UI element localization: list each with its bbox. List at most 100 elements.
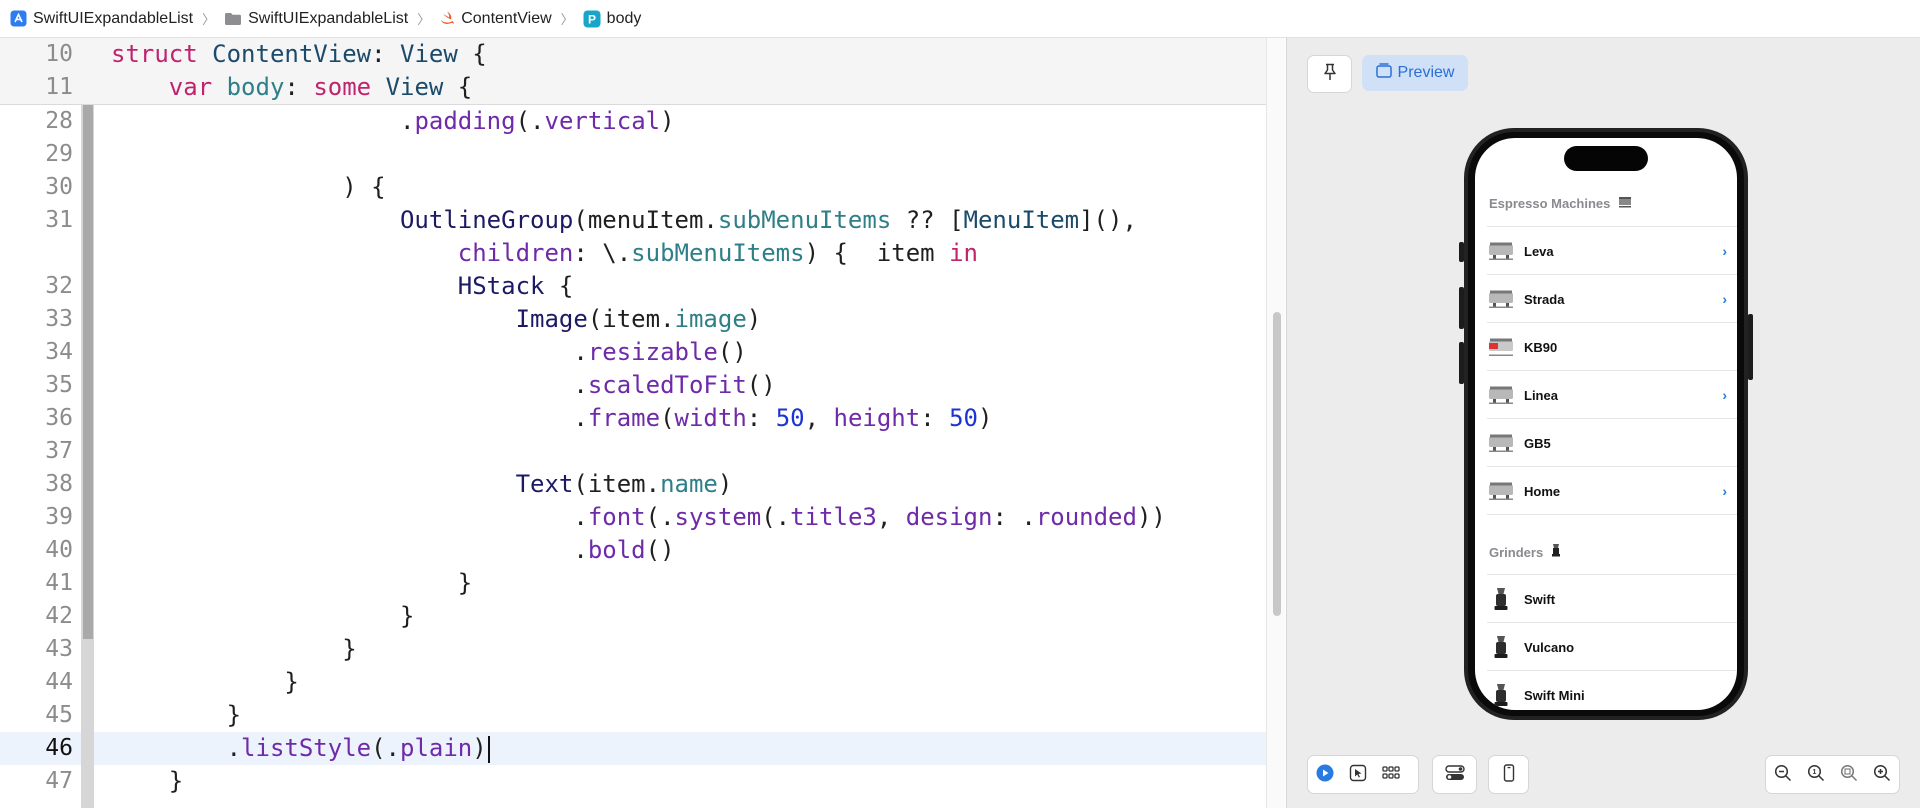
- line-number: 46: [45, 735, 73, 761]
- device-screen[interactable]: Espresso Machines Leva › Strada › KB90 Linea › G…: [1475, 138, 1737, 710]
- device-settings-button[interactable]: [1438, 756, 1471, 793]
- zoom-fit-button[interactable]: [1832, 756, 1865, 793]
- code-line[interactable]: 34 .resizable(): [0, 336, 1268, 369]
- code-text: .padding(.vertical): [111, 107, 675, 135]
- code-text: .font(.system(.title3, design: .rounded)…: [111, 503, 1166, 531]
- code-line[interactable]: 44 }: [0, 666, 1268, 699]
- line-number: 39: [45, 504, 73, 530]
- device-picker-button[interactable]: [1492, 756, 1525, 793]
- code-line[interactable]: 47 }: [0, 765, 1268, 798]
- code-line[interactable]: 38 Text(item.name): [0, 468, 1268, 501]
- code-line[interactable]: 10 struct ContentView: View {: [0, 38, 1268, 71]
- machine-thumbnail: [1487, 336, 1515, 358]
- zoom-in-button[interactable]: [1865, 756, 1898, 793]
- line-number: 33: [45, 306, 73, 332]
- preview-mode-toolbar: [1307, 755, 1419, 794]
- code-text: .bold(): [111, 536, 675, 564]
- code-line[interactable]: 39 .font(.system(.title3, design: .round…: [0, 501, 1268, 534]
- code-line[interactable]: 43 }: [0, 633, 1268, 666]
- machine-thumbnail: [1487, 480, 1515, 502]
- code-line[interactable]: 33 Image(item.image): [0, 303, 1268, 336]
- disclosure-chevron-icon[interactable]: ›: [1722, 243, 1727, 259]
- zoom-out-button[interactable]: [1766, 756, 1799, 793]
- code-text: ) {: [111, 173, 386, 201]
- folder-icon: [224, 12, 242, 26]
- breadcrumb-separator: 〉: [202, 12, 216, 27]
- disclosure-chevron-icon[interactable]: ›: [1722, 387, 1727, 403]
- breadcrumb-project-label: SwiftUIExpandableList: [33, 9, 194, 27]
- list-item-kb90[interactable]: KB90: [1487, 322, 1737, 371]
- code-line[interactable]: 35 .scaledToFit(): [0, 369, 1268, 402]
- code-line[interactable]: 28 .padding(.vertical): [0, 105, 1268, 138]
- line-number: 34: [45, 339, 73, 365]
- code-line[interactable]: 46 .listStyle(.plain): [0, 732, 1268, 765]
- disclosure-chevron-icon[interactable]: ›: [1722, 291, 1727, 307]
- code-text: }: [111, 602, 415, 630]
- machine-thumbnail: [1487, 240, 1515, 262]
- code-fold-ribbon-scope[interactable]: [83, 105, 93, 639]
- code-line[interactable]: 42 }: [0, 600, 1268, 633]
- espresso-machine-icon: [1618, 196, 1632, 211]
- disclosure-chevron-icon[interactable]: ›: [1722, 483, 1727, 499]
- line-number: 35: [45, 372, 73, 398]
- pin-preview-button[interactable]: [1307, 55, 1352, 93]
- breadcrumb-file-label: ContentView: [461, 9, 552, 27]
- line-number: 44: [45, 669, 73, 695]
- line-number: 40: [45, 537, 73, 563]
- code-line[interactable]: children: \.subMenuItems) { item in: [0, 237, 1268, 270]
- code-line[interactable]: 40 .bold(): [0, 534, 1268, 567]
- list-item-swift-mini[interactable]: Swift Mini: [1487, 670, 1737, 710]
- list-item-vulcano[interactable]: Vulcano: [1487, 622, 1737, 671]
- svg-text:1: 1: [1812, 769, 1816, 776]
- breadcrumb-folder-label: SwiftUIExpandableList: [248, 9, 409, 27]
- breadcrumb-file[interactable]: ContentView: [439, 0, 552, 37]
- code-line[interactable]: 11 var body: some View {: [0, 71, 1268, 104]
- zoom-in-icon: [1873, 764, 1891, 786]
- zoom-toolbar: 1: [1765, 755, 1900, 794]
- code-editor[interactable]: 10 struct ContentView: View {11 var body:…: [0, 38, 1285, 808]
- code-text: }: [111, 569, 473, 597]
- section-title: Grinders: [1489, 544, 1544, 560]
- list-item-label: Strada: [1524, 291, 1565, 307]
- preview-mode-button[interactable]: Preview: [1362, 55, 1468, 91]
- list-item-leva[interactable]: Leva ›: [1487, 226, 1737, 275]
- editor-scrollbar-thumb[interactable]: [1273, 312, 1281, 616]
- line-number: 32: [45, 273, 73, 299]
- code-text: Image(item.image): [515, 305, 762, 333]
- list-item-strada[interactable]: Strada ›: [1487, 274, 1737, 323]
- breadcrumb-folder[interactable]: SwiftUIExpandableList: [224, 0, 408, 37]
- code-line[interactable]: 32 HStack {: [0, 270, 1268, 303]
- breadcrumb-symbol[interactable]: P body: [583, 0, 641, 37]
- code-line[interactable]: 37: [0, 435, 1268, 468]
- code-line[interactable]: 41 }: [0, 567, 1268, 600]
- list-item-home[interactable]: Home ›: [1487, 466, 1737, 515]
- play-icon: [1316, 764, 1334, 786]
- line-number: 42: [45, 603, 73, 629]
- live-preview-button[interactable]: [1308, 756, 1341, 793]
- list-item-label: Home: [1524, 483, 1561, 499]
- list-separator: [1487, 514, 1737, 515]
- sticky-header-divider: [0, 104, 1268, 105]
- svg-text:P: P: [588, 12, 596, 26]
- code-line[interactable]: 29: [0, 138, 1268, 171]
- dynamic-island: [1564, 146, 1648, 171]
- code-line[interactable]: 30 ) {: [0, 171, 1268, 204]
- breadcrumb-project[interactable]: SwiftUIExpandableList: [10, 0, 193, 37]
- device-icon: [1503, 763, 1515, 786]
- variants-grid-button[interactable]: [1374, 756, 1407, 793]
- selectable-mode-button[interactable]: [1341, 756, 1374, 793]
- code-line[interactable]: 45 }: [0, 699, 1268, 732]
- list-item-linea[interactable]: Linea ›: [1487, 370, 1737, 419]
- cursor-icon: [1349, 764, 1367, 786]
- zoom-actual-button[interactable]: 1: [1799, 756, 1832, 793]
- code-line[interactable]: 31 OutlineGroup(menuItem.subMenuItems ??…: [0, 204, 1268, 237]
- phone-power-button: [1748, 314, 1753, 380]
- line-number: 37: [45, 438, 73, 464]
- list-item-swift[interactable]: Swift: [1487, 574, 1737, 623]
- list-item-label: Leva: [1524, 243, 1554, 259]
- list-item-gb5[interactable]: GB5: [1487, 418, 1737, 467]
- swift-file-icon: [439, 11, 455, 26]
- line-number: 47: [45, 768, 73, 794]
- code-line[interactable]: 36 .frame(width: 50, height: 50): [0, 402, 1268, 435]
- line-number: 10: [45, 41, 73, 67]
